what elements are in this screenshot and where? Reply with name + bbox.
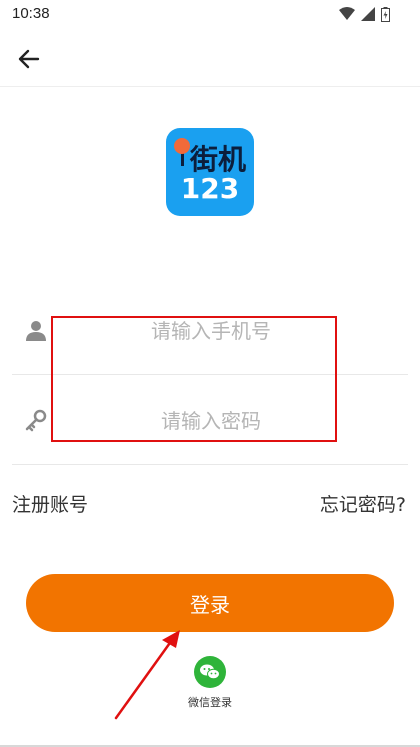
battery-icon [381, 6, 390, 22]
logo-pin-stem [181, 152, 184, 166]
phone-input[interactable] [52, 308, 370, 354]
app-logo: 街机 123 [166, 128, 254, 216]
back-button[interactable] [14, 44, 44, 74]
status-bar: 10:38 [0, 0, 420, 30]
phone-field-row [12, 286, 408, 375]
register-link[interactable]: 注册账号 [12, 490, 88, 517]
wechat-icon [194, 656, 226, 688]
logo-number: 123 [180, 172, 240, 205]
login-button[interactable]: 登录 [26, 574, 394, 632]
nav-bar [0, 30, 420, 87]
password-field-row [12, 376, 408, 465]
logo-pin-icon [174, 138, 190, 154]
key-icon [25, 409, 47, 432]
wifi-icon [339, 7, 355, 20]
password-input[interactable] [52, 398, 370, 444]
wechat-login-button[interactable]: 微信登录 [178, 656, 242, 716]
signal-icon [361, 7, 375, 21]
user-icon [26, 321, 46, 341]
arrow-left-icon [18, 49, 40, 69]
status-icons [339, 6, 390, 22]
status-time: 10:38 [12, 5, 50, 22]
wechat-login-label: 微信登录 [188, 696, 232, 709]
forgot-password-link[interactable]: 忘记密码? [320, 490, 406, 517]
